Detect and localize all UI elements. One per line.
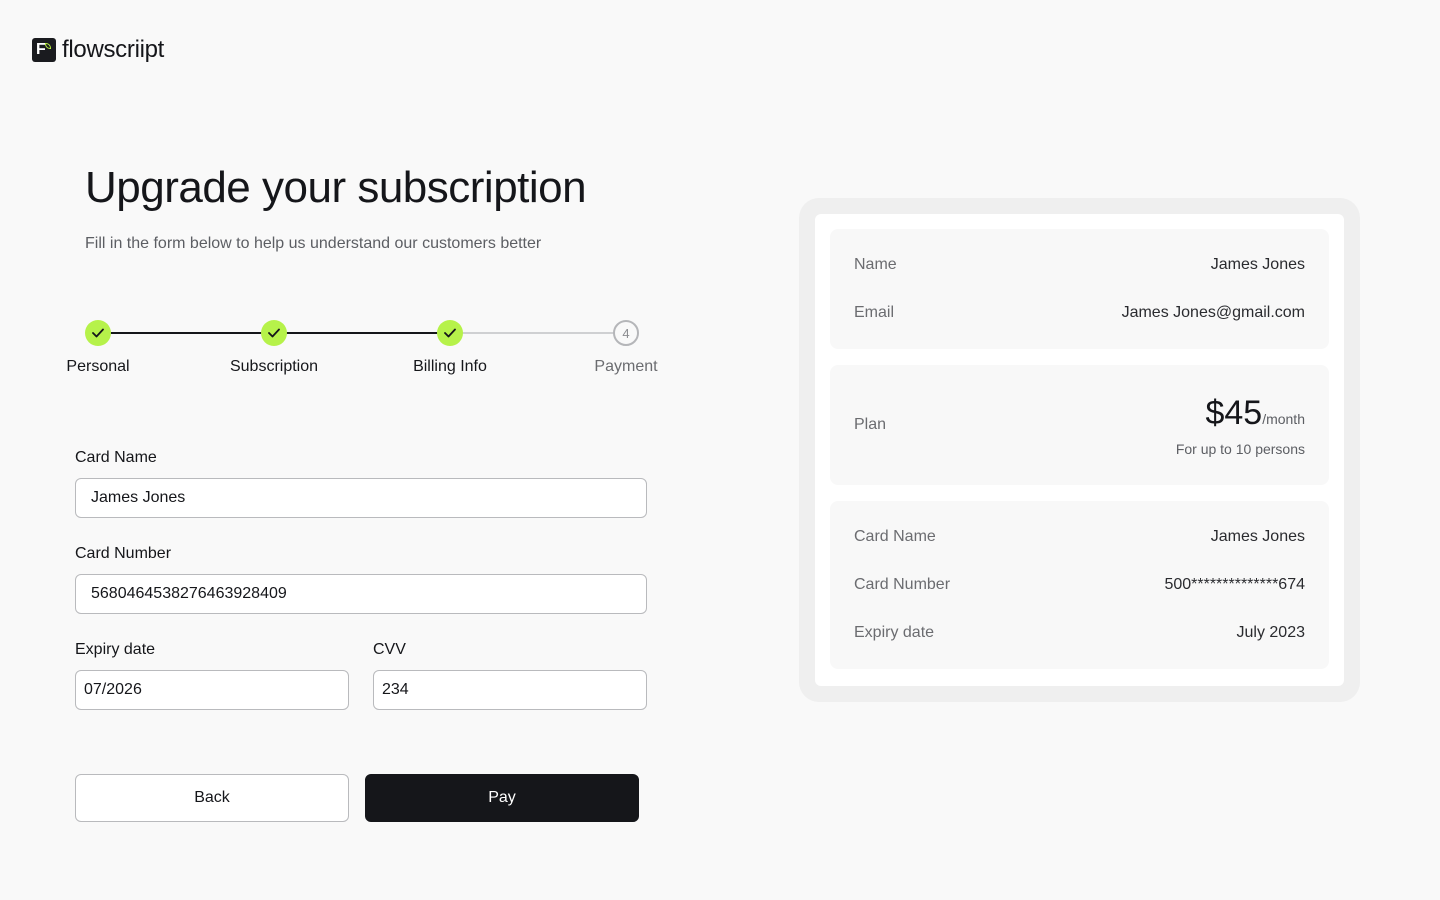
pay-button[interactable]: Pay bbox=[365, 774, 639, 822]
step-label: Payment bbox=[594, 358, 658, 375]
summary-key: Expiry date bbox=[854, 624, 935, 641]
summary-row-card-number: Card Number 500**************674 bbox=[854, 561, 1305, 609]
step-label: Billing Info bbox=[413, 358, 487, 375]
summary-value: James Jones@gmail.com bbox=[1121, 304, 1305, 321]
card-section: Card Name James Jones Card Number 500***… bbox=[830, 501, 1329, 669]
summary-key: Email bbox=[854, 304, 895, 321]
order-summary-content: Name James Jones Email James Jones@gmail… bbox=[815, 214, 1344, 686]
step-personal[interactable]: Personal bbox=[43, 318, 153, 376]
step-subscription[interactable]: Subscription bbox=[219, 318, 329, 376]
step-payment[interactable]: 4 Payment bbox=[571, 318, 681, 376]
plan-section: Plan $45/month For up to 10 persons bbox=[830, 365, 1329, 485]
summary-row-expiry: Expiry date July 2023 bbox=[854, 609, 1305, 657]
summary-value: 500**************674 bbox=[1164, 576, 1305, 593]
order-summary-card: Name James Jones Email James Jones@gmail… bbox=[799, 198, 1360, 702]
summary-row-email: Email James Jones@gmail.com bbox=[854, 289, 1305, 337]
cvv-input[interactable] bbox=[373, 670, 647, 710]
check-icon bbox=[261, 320, 287, 346]
step-label: Personal bbox=[66, 358, 130, 375]
check-icon bbox=[85, 320, 111, 346]
page-title: Upgrade your subscription bbox=[85, 163, 587, 212]
back-button[interactable]: Back bbox=[75, 774, 349, 822]
brand-logo[interactable]: F flowscriipt bbox=[32, 36, 164, 64]
step-billing-info[interactable]: Billing Info bbox=[395, 318, 505, 376]
summary-key: Card Name bbox=[854, 528, 936, 545]
card-number-input[interactable] bbox=[75, 574, 647, 614]
summary-value: James Jones bbox=[1210, 528, 1305, 545]
plan-note: For up to 10 persons bbox=[1175, 440, 1305, 457]
plan-price: $45 bbox=[1205, 393, 1263, 432]
step-number-badge: 4 bbox=[613, 320, 639, 346]
expiry-date-label: Expiry date bbox=[75, 641, 156, 658]
step-label: Subscription bbox=[229, 358, 319, 375]
logo-mark-icon: F bbox=[32, 38, 56, 62]
summary-row-name: Name James Jones bbox=[854, 241, 1305, 289]
cvv-label: CVV bbox=[373, 641, 406, 658]
summary-value: James Jones bbox=[1210, 256, 1305, 273]
plan-label: Plan bbox=[854, 416, 887, 433]
card-name-label: Card Name bbox=[75, 449, 157, 466]
summary-key: Card Number bbox=[854, 576, 951, 593]
plan-pricing: $45/month For up to 10 persons bbox=[1176, 394, 1305, 457]
page-subtitle: Fill in the form below to help us unders… bbox=[85, 235, 542, 252]
card-name-input[interactable] bbox=[75, 478, 647, 518]
progress-stepper: Personal Subscription Billing Info 4 Pay… bbox=[60, 318, 670, 388]
card-number-label: Card Number bbox=[75, 545, 172, 562]
check-icon bbox=[437, 320, 463, 346]
summary-row-card-name: Card Name James Jones bbox=[854, 513, 1305, 561]
expiry-date-input[interactable] bbox=[75, 670, 349, 710]
plan-period: /month bbox=[1262, 410, 1305, 427]
summary-value: July 2023 bbox=[1236, 624, 1306, 641]
summary-key: Name bbox=[854, 256, 897, 273]
brand-name: flowscriipt bbox=[62, 36, 165, 63]
customer-section: Name James Jones Email James Jones@gmail… bbox=[830, 229, 1329, 349]
